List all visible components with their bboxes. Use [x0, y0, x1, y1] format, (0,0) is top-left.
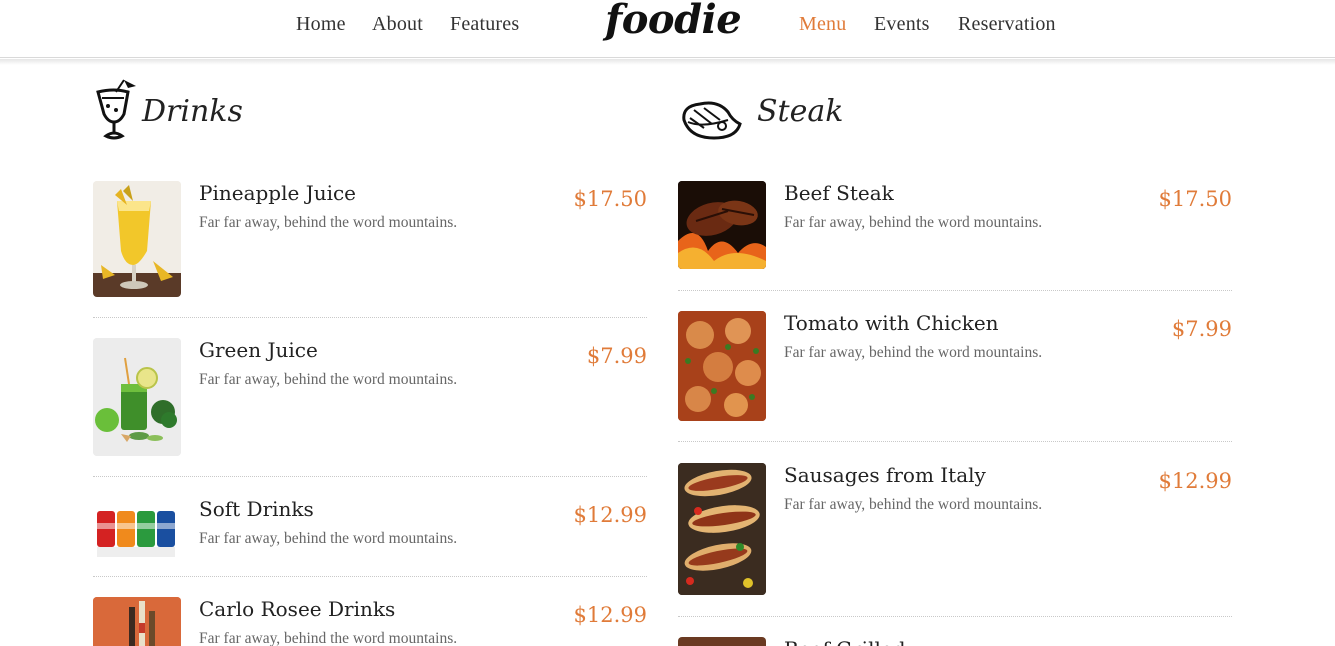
divider	[678, 616, 1232, 617]
divider	[93, 576, 647, 577]
menu-item[interactable]: Tomato with Chicken Far far away, behind…	[678, 311, 1232, 423]
item-price: $12.99	[1158, 469, 1232, 493]
item-price: $7.99	[1171, 317, 1232, 341]
item-name: Tomato with Chicken	[784, 311, 999, 335]
item-description: Far far away, behind the word mountains.	[199, 371, 458, 388]
soft-drinks-image	[93, 503, 181, 559]
pineapple-juice-image	[93, 181, 181, 297]
item-price: $12.99	[573, 603, 647, 627]
item-name: Soft Drinks	[199, 497, 314, 521]
item-description: Far far away, behind the word mountains.	[199, 630, 458, 646]
beef-steak-image	[678, 181, 766, 269]
item-price: $17.50	[1158, 187, 1232, 211]
top-navbar: Home About Features foodie Menu Events R…	[0, 0, 1335, 58]
divider	[93, 476, 647, 477]
steak-icon	[678, 98, 742, 142]
menu-item[interactable]: Beef Grilled	[678, 637, 1232, 646]
item-price: $12.99	[573, 503, 647, 527]
nav-link-reservation[interactable]: Reservation	[958, 13, 1056, 36]
menu-item[interactable]: Pineapple Juice Far far away, behind the…	[93, 181, 647, 299]
divider	[93, 317, 647, 318]
item-price: $7.99	[586, 344, 647, 368]
item-description: Far far away, behind the word mountains.	[784, 344, 1043, 361]
section-title-steak: Steak	[757, 94, 844, 129]
item-description: Far far away, behind the word mountains.	[784, 214, 1043, 231]
menu-item[interactable]: Green Juice Far far away, behind the wor…	[93, 338, 647, 456]
beef-grilled-image	[678, 637, 766, 646]
carlo-rosee-drinks-image	[93, 597, 181, 646]
divider	[678, 290, 1232, 291]
item-name: Green Juice	[199, 338, 318, 362]
nav-link-events[interactable]: Events	[874, 13, 930, 36]
nav-link-menu[interactable]: Menu	[799, 13, 846, 36]
nav-link-home[interactable]: Home	[296, 13, 346, 36]
navbar-shadow	[0, 59, 1335, 65]
green-juice-image	[93, 338, 181, 456]
nav-link-features[interactable]: Features	[450, 13, 519, 36]
section-title-drinks: Drinks	[142, 94, 243, 129]
cocktail-glass-icon	[94, 78, 140, 142]
nav-link-about[interactable]: About	[372, 13, 423, 36]
item-name: Pineapple Juice	[199, 181, 357, 205]
menu-item[interactable]: Soft Drinks Far far away, behind the wor…	[93, 497, 647, 563]
divider	[678, 441, 1232, 442]
item-name: Sausages from Italy	[784, 463, 986, 487]
item-name: Beef Grilled	[784, 637, 906, 646]
item-name: Carlo Rosee Drinks	[199, 597, 396, 621]
item-description: Far far away, behind the word mountains.	[199, 530, 458, 547]
tomato-with-chicken-image	[678, 311, 766, 421]
sausages-from-italy-image	[678, 463, 766, 595]
menu-item[interactable]: Sausages from Italy Far far away, behind…	[678, 463, 1232, 597]
item-description: Far far away, behind the word mountains.	[199, 214, 458, 231]
item-description: Far far away, behind the word mountains.	[784, 496, 1043, 513]
menu-item[interactable]: Beef Steak Far far away, behind the word…	[678, 181, 1232, 271]
item-price: $17.50	[573, 187, 647, 211]
brand-logo[interactable]: foodie	[605, 0, 742, 43]
menu-item[interactable]: Carlo Rosee Drinks Far far away, behind …	[93, 597, 647, 646]
item-name: Beef Steak	[784, 181, 894, 205]
